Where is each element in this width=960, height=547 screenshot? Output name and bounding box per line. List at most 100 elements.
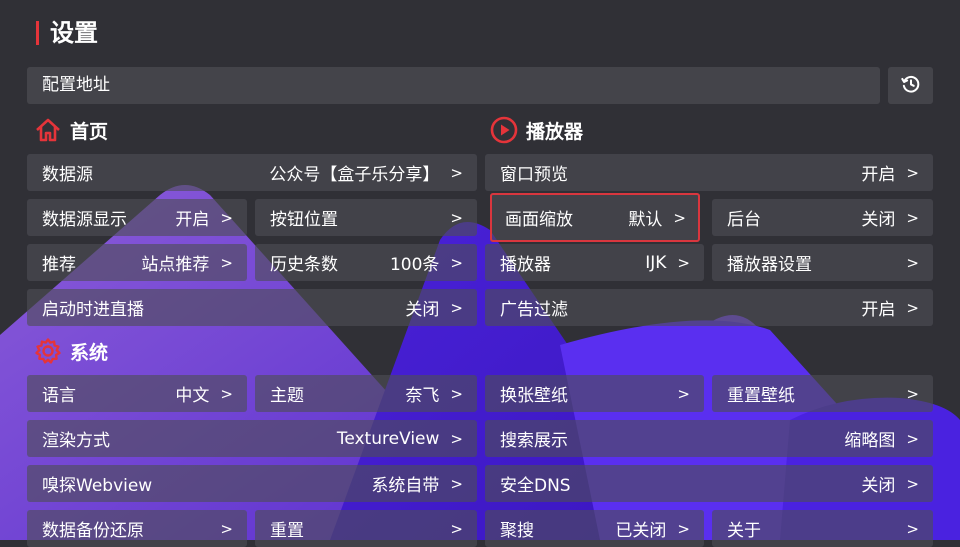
history-icon <box>900 73 922 99</box>
setting-label: 数据源 <box>42 165 93 185</box>
setting-data-source-display[interactable]: 数据源显示 开启 > <box>27 199 247 236</box>
setting-history-count[interactable]: 历史条数 100条 > <box>255 244 477 281</box>
setting-value: 100条 <box>389 255 440 275</box>
setting-label: 数据源显示 <box>42 210 127 230</box>
setting-value: 公众号【盒子乐分享】 <box>269 165 440 185</box>
setting-value: 关闭 <box>861 476 896 496</box>
setting-value: 中文 <box>175 386 210 406</box>
chevron-right-icon: > <box>906 429 919 448</box>
section-home-title: 首页 <box>70 120 109 143</box>
setting-label: 启动时进直播 <box>42 300 144 320</box>
chevron-right-icon: > <box>450 519 463 538</box>
setting-label: 安全DNS <box>500 476 571 496</box>
chevron-right-icon: > <box>450 474 463 493</box>
setting-player[interactable]: 播放器 IJK > <box>485 244 704 281</box>
setting-value: 开启 <box>175 210 210 230</box>
setting-value: 关闭 <box>861 210 896 230</box>
chevron-right-icon: > <box>906 474 919 493</box>
config-address-label: 配置地址 <box>42 75 110 95</box>
setting-label: 后台 <box>727 210 761 230</box>
setting-reset[interactable]: 重置 > <box>255 510 477 547</box>
chevron-right-icon: > <box>906 384 919 403</box>
setting-render-mode[interactable]: 渲染方式 TextureView > <box>27 420 477 457</box>
setting-label: 语言 <box>42 386 76 406</box>
chevron-right-icon: > <box>677 384 690 403</box>
setting-label: 数据备份还原 <box>42 521 144 541</box>
setting-value: 站点推荐 <box>141 255 210 275</box>
setting-label: 主题 <box>270 386 304 406</box>
setting-label: 播放器 <box>500 255 551 275</box>
setting-secure-dns[interactable]: 安全DNS 关闭 > <box>485 465 933 502</box>
chevron-right-icon: > <box>677 253 690 272</box>
setting-recommend[interactable]: 推荐 站点推荐 > <box>27 244 247 281</box>
section-player-title: 播放器 <box>526 120 584 143</box>
setting-ad-filter[interactable]: 广告过滤 开启 > <box>485 289 933 326</box>
setting-background-play[interactable]: 后台 关闭 > <box>712 199 933 236</box>
chevron-right-icon: > <box>450 253 463 272</box>
setting-value: 关闭 <box>405 300 440 320</box>
chevron-right-icon: > <box>906 253 919 272</box>
chevron-right-icon: > <box>450 429 463 448</box>
setting-aggregate-search[interactable]: 聚搜 已关闭 > <box>485 510 704 547</box>
chevron-right-icon: > <box>450 384 463 403</box>
chevron-right-icon: > <box>220 519 233 538</box>
gear-icon <box>34 337 62 365</box>
section-home: 首页 <box>34 113 108 147</box>
setting-label: 推荐 <box>42 255 76 275</box>
chevron-right-icon: > <box>677 519 690 538</box>
setting-label: 按钮位置 <box>270 210 338 230</box>
setting-value: 默认 <box>628 210 663 230</box>
setting-label: 聚搜 <box>500 521 534 541</box>
setting-label: 搜索展示 <box>500 431 568 451</box>
setting-value: 已关闭 <box>615 521 667 541</box>
setting-label: 渲染方式 <box>42 431 110 451</box>
chevron-right-icon: > <box>673 208 686 227</box>
setting-value: 奈飞 <box>405 386 440 406</box>
setting-language[interactable]: 语言 中文 > <box>27 375 247 412</box>
setting-label: 重置壁纸 <box>727 386 795 406</box>
setting-search-display[interactable]: 搜索展示 缩略图 > <box>485 420 933 457</box>
setting-about[interactable]: 关于 > <box>712 510 933 547</box>
play-circle-icon <box>490 116 518 144</box>
config-address-field[interactable]: 配置地址 <box>27 67 880 104</box>
setting-value: TextureView <box>336 428 440 449</box>
setting-reset-wallpaper[interactable]: 重置壁纸 > <box>712 375 933 412</box>
page-title: 设置 <box>50 19 98 47</box>
chevron-right-icon: > <box>220 253 233 272</box>
setting-label: 窗口预览 <box>500 165 568 185</box>
chevron-right-icon: > <box>906 298 919 317</box>
setting-label: 画面缩放 <box>505 210 573 230</box>
setting-label: 换张壁纸 <box>500 386 568 406</box>
chevron-right-icon: > <box>450 298 463 317</box>
chevron-right-icon: > <box>450 163 463 182</box>
setting-label: 关于 <box>727 521 761 541</box>
setting-value: 系统自带 <box>371 476 440 496</box>
setting-value: 缩略图 <box>844 431 896 451</box>
setting-value: 开启 <box>861 165 896 185</box>
chevron-right-icon: > <box>906 208 919 227</box>
setting-player-settings[interactable]: 播放器设置 > <box>712 244 933 281</box>
setting-button-position[interactable]: 按钮位置 > <box>255 199 477 236</box>
setting-data-backup[interactable]: 数据备份还原 > <box>27 510 247 547</box>
setting-label: 重置 <box>270 521 304 541</box>
setting-sniff-webview[interactable]: 嗅探Webview 系统自带 > <box>27 465 477 502</box>
section-system: 系统 <box>34 334 108 368</box>
setting-scaling[interactable]: 画面缩放 默认 > <box>490 193 700 242</box>
setting-label: 嗅探Webview <box>42 476 153 496</box>
section-player: 播放器 <box>490 113 583 147</box>
title-accent-bar <box>36 21 39 45</box>
setting-label: 广告过滤 <box>500 300 568 320</box>
setting-value: 开启 <box>861 300 896 320</box>
home-icon <box>34 116 62 144</box>
setting-label: 历史条数 <box>270 255 338 275</box>
setting-change-wallpaper[interactable]: 换张壁纸 > <box>485 375 704 412</box>
setting-theme[interactable]: 主题 奈飞 > <box>255 375 477 412</box>
chevron-right-icon: > <box>450 208 463 227</box>
chevron-right-icon: > <box>906 519 919 538</box>
setting-window-preview[interactable]: 窗口预览 开启 > <box>485 154 933 191</box>
history-button[interactable] <box>888 67 933 104</box>
setting-startup-live[interactable]: 启动时进直播 关闭 > <box>27 289 477 326</box>
setting-value: IJK <box>645 252 667 273</box>
setting-data-source[interactable]: 数据源 公众号【盒子乐分享】 > <box>27 154 477 191</box>
section-system-title: 系统 <box>70 341 109 364</box>
